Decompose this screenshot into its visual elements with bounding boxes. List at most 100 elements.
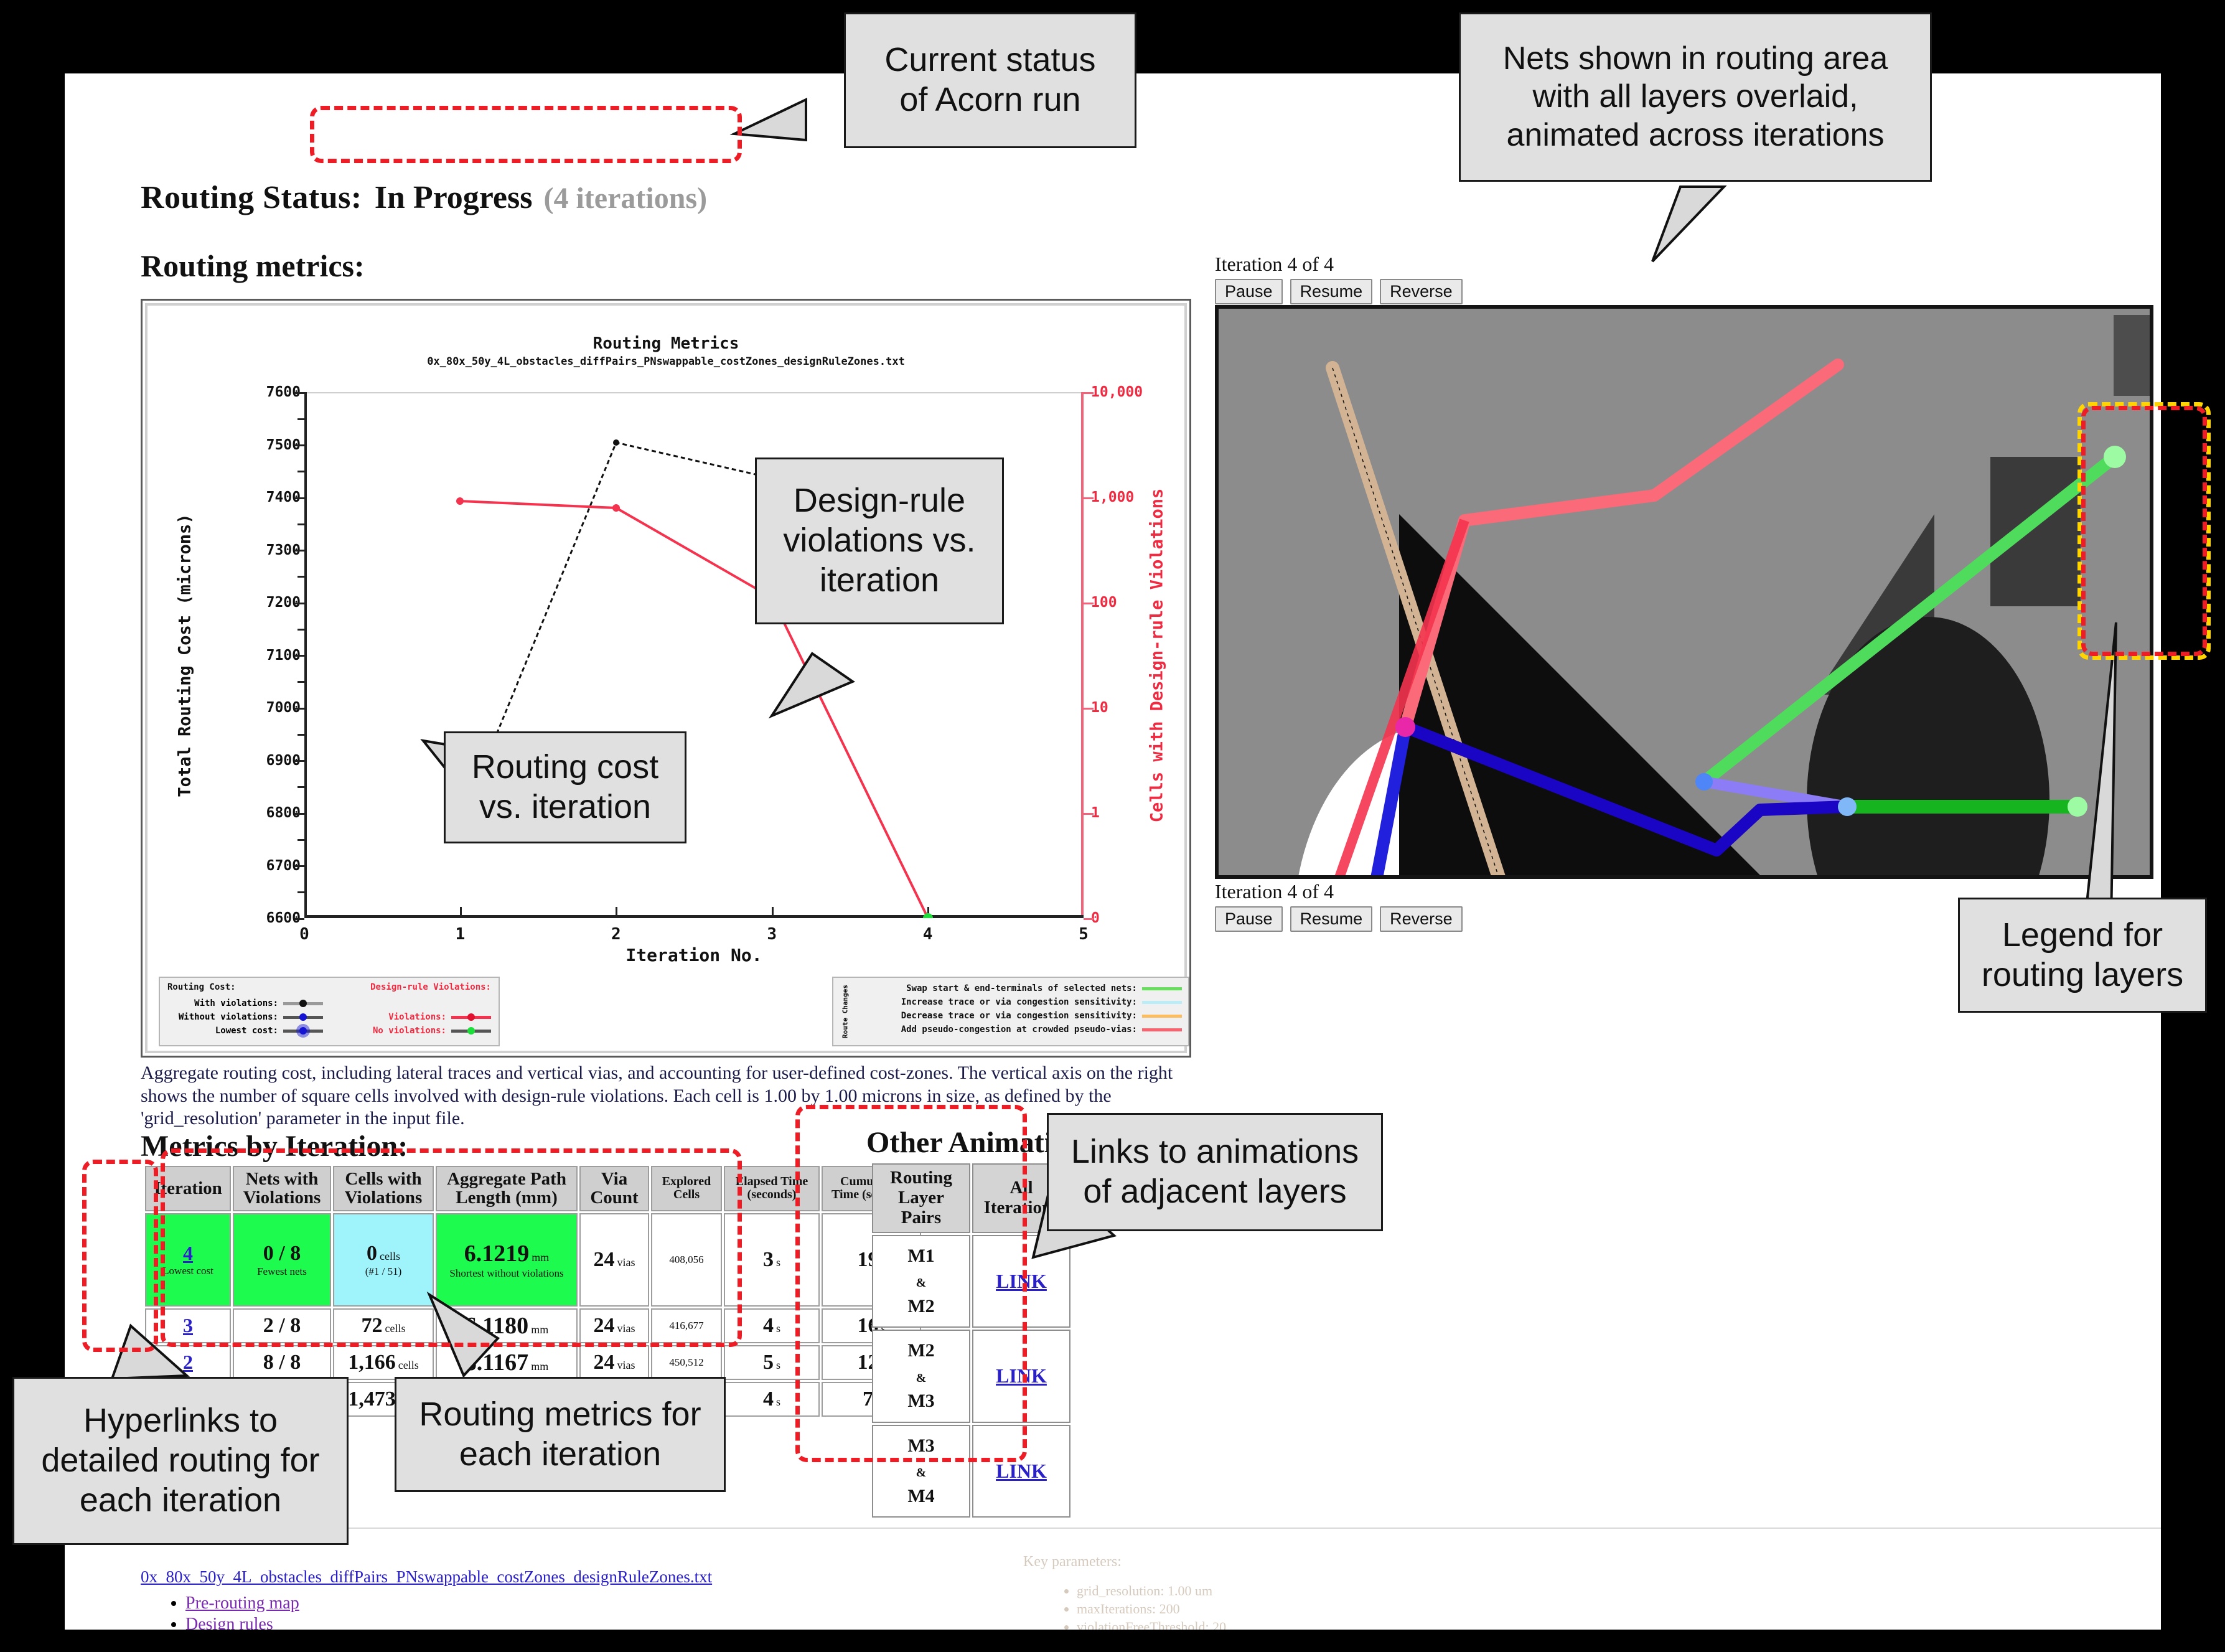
chart-title: Routing Metrics [593, 334, 739, 353]
y2-tick: 100 [1091, 594, 1117, 611]
chart-legend-cost: Routing Cost: With violations: Without v… [159, 977, 500, 1046]
x-tick: 3 [767, 925, 777, 944]
routing-area-canvas[interactable] [1215, 305, 2153, 879]
legend-swatch [283, 1013, 323, 1021]
iteration-link[interactable]: 3 [183, 1314, 193, 1336]
cell-link-m3-m4[interactable]: LINK [972, 1424, 1070, 1518]
animation-iteration-label-bottom: Iteration 4 of 4 [1215, 880, 1334, 903]
routing-metrics-chart: Routing Metrics 0x_80x_50y_4L_obstacles_… [141, 299, 1191, 1058]
resume-button-bottom[interactable]: Resume [1290, 906, 1373, 932]
legend-item-label: Swap start & end-terminals of selected n… [906, 983, 1137, 993]
animation-controls-top: Pause Resume Reverse [1215, 279, 1463, 304]
cell-elapsed: 3 s [724, 1213, 820, 1307]
legend-violations-title: Design-rule Violations: [370, 982, 491, 992]
list-item: Design rules [185, 1615, 299, 1630]
col-aggregate-path-length: Aggregate Path Length (mm) [436, 1166, 578, 1211]
cell-elapsed: 4 s [724, 1381, 820, 1417]
iteration-note: Lowest cost [162, 1265, 213, 1277]
design-rules-link[interactable]: Design rules [185, 1615, 273, 1630]
callout-design-rule-violations: Design-rule violations vs. iteration [755, 458, 1004, 624]
cell-via: 24 vias [579, 1213, 649, 1307]
reverse-button-bottom[interactable]: Reverse [1380, 906, 1463, 932]
cell-iteration[interactable]: 2 [145, 1345, 231, 1380]
cell-path: 6.1219 mm Shortest without violations [436, 1213, 578, 1307]
col-nets-with-violations: Nets with Violations [233, 1166, 331, 1211]
legend-swatch [283, 1000, 323, 1007]
chart-subtitle: 0x_80x_50y_4L_obstacles_diffPairs_PNswap… [427, 355, 905, 368]
cell-explored: 450,512 [651, 1345, 722, 1380]
table-row: 4 Lowest cost 0 / 8 Fewest nets 0 cells … [145, 1213, 921, 1307]
cell-layer-pair-m1-m2: M1 & M2 [872, 1234, 970, 1328]
other-animations-table: Routing Layer Pairs All Iterations M1 & … [870, 1162, 1072, 1519]
animation-link[interactable]: LINK [996, 1270, 1047, 1292]
iteration-link[interactable]: 2 [183, 1351, 193, 1373]
animation-link[interactable]: LINK [996, 1364, 1047, 1387]
routing-status-label: Routing Status: [141, 180, 362, 215]
legend-item-label: Add pseudo-congestion at crowded pseudo-… [901, 1025, 1137, 1035]
legend-item-label: With violations: [194, 998, 278, 1008]
pause-button[interactable]: Pause [1215, 279, 1283, 304]
cell-link-m1-m2[interactable]: LINK [972, 1234, 1070, 1328]
x-tick: 1 [455, 925, 466, 944]
table-row: M3 & M4 LINK [872, 1424, 1070, 1518]
y2-tick: 1,000 [1091, 489, 1135, 505]
chart-legend-route-changes: Route Changes Swap start & end-terminals… [832, 977, 1189, 1046]
reverse-button[interactable]: Reverse [1380, 279, 1463, 304]
legend-swatch [283, 1027, 323, 1035]
routing-status-iterations: (4 iterations) [543, 182, 708, 215]
callout-links-adjacent: Links to animations of adjacent layers [1047, 1113, 1383, 1231]
legend-swatch [1142, 1028, 1182, 1031]
callout-legend-routing-layers: Legend for routing layers [1958, 898, 2207, 1013]
cell-link-m2-m3[interactable]: LINK [972, 1330, 1070, 1423]
routing-nets-render [1298, 315, 2150, 875]
list-item: violationFreeThreshold: 20 [1077, 1618, 1248, 1630]
col-explored-cells: Explored Cells [651, 1166, 722, 1211]
cell-via: 24 vias [579, 1345, 649, 1380]
browser-page: Routing Status: In Progress (4 iteration… [65, 73, 2161, 1630]
table-row: 3 2 / 8 72 cells 6.1180 mm 24 vias 416,6… [145, 1308, 921, 1343]
y2-tick: 10,000 [1091, 384, 1143, 400]
table-row: 2 8 / 8 1,166 cells 6.1167 mm 24 vias 45… [145, 1345, 921, 1380]
table-header-row: Iteration Nets with Violations Cells wit… [145, 1166, 921, 1211]
legend-swatch [1142, 1014, 1182, 1018]
table-row: M2 & M3 LINK [872, 1330, 1070, 1423]
cell-cells: 1,166 cells [333, 1345, 434, 1380]
cell-via: 24 vias [579, 1308, 649, 1343]
chart-description: Aggregate routing cost, including latera… [141, 1063, 1173, 1129]
col-elapsed-time: Elapsed Time (seconds) [724, 1166, 820, 1211]
chart-y2-axis-label: Cells with Design-rule Violations [1147, 488, 1167, 822]
callout-routing-cost: Routing cost vs. iteration [444, 731, 686, 843]
x-tick: 4 [922, 925, 933, 944]
table-row: M1 & M2 LINK [872, 1234, 1070, 1328]
resume-button[interactable]: Resume [1290, 279, 1373, 304]
pre-routing-map-link[interactable]: Pre-routing map [185, 1593, 299, 1613]
callout-hyperlinks: Hyperlinks to detailed routing for each … [12, 1377, 349, 1545]
routing-metrics-label: Routing metrics: [141, 248, 365, 283]
x-tick: 5 [1079, 925, 1089, 944]
callout-nets-shown: Nets shown in routing area with all laye… [1459, 12, 1932, 182]
cell-explored: 416,677 [651, 1308, 722, 1343]
animation-link[interactable]: LINK [996, 1460, 1047, 1482]
cell-path: 6.1180 mm [436, 1308, 578, 1343]
cell-path: 6.1167 mm [436, 1345, 578, 1380]
cell-nets: 2 / 8 [233, 1308, 331, 1343]
col-routing-layer-pairs: Routing Layer Pairs [872, 1163, 970, 1233]
cell-iteration[interactable]: 3 [145, 1308, 231, 1343]
y2-tick: 10 [1091, 700, 1108, 716]
pause-button-bottom[interactable]: Pause [1215, 906, 1283, 932]
col-via-count: Via Count [579, 1166, 649, 1211]
key-parameters-list: grid_resolution: 1.00 um maxIterations: … [1061, 1582, 1248, 1630]
list-item: Pre-routing map [185, 1593, 299, 1613]
cell-iteration[interactable]: 4 Lowest cost [145, 1213, 231, 1307]
legend-route-changes-title: Route Changes [841, 984, 850, 1039]
legend-cost-title: Routing Cost: [167, 982, 236, 992]
key-parameters-title: Key parameters: [1023, 1554, 1122, 1570]
callout-current-status: Current status of Acorn run [844, 12, 1136, 148]
routing-status-line: Routing Status: In Progress (4 iteration… [141, 179, 707, 216]
cell-nets: 0 / 8 Fewest nets [233, 1213, 331, 1307]
iteration-link[interactable]: 4 [150, 1242, 226, 1265]
cell-cells: 72 cells [333, 1308, 434, 1343]
input-file-link[interactable]: 0x_80x_50y_4L_obstacles_diffPairs_PNswap… [141, 1567, 712, 1587]
cell-elapsed: 4 s [724, 1308, 820, 1343]
x-tick: 0 [299, 925, 309, 944]
